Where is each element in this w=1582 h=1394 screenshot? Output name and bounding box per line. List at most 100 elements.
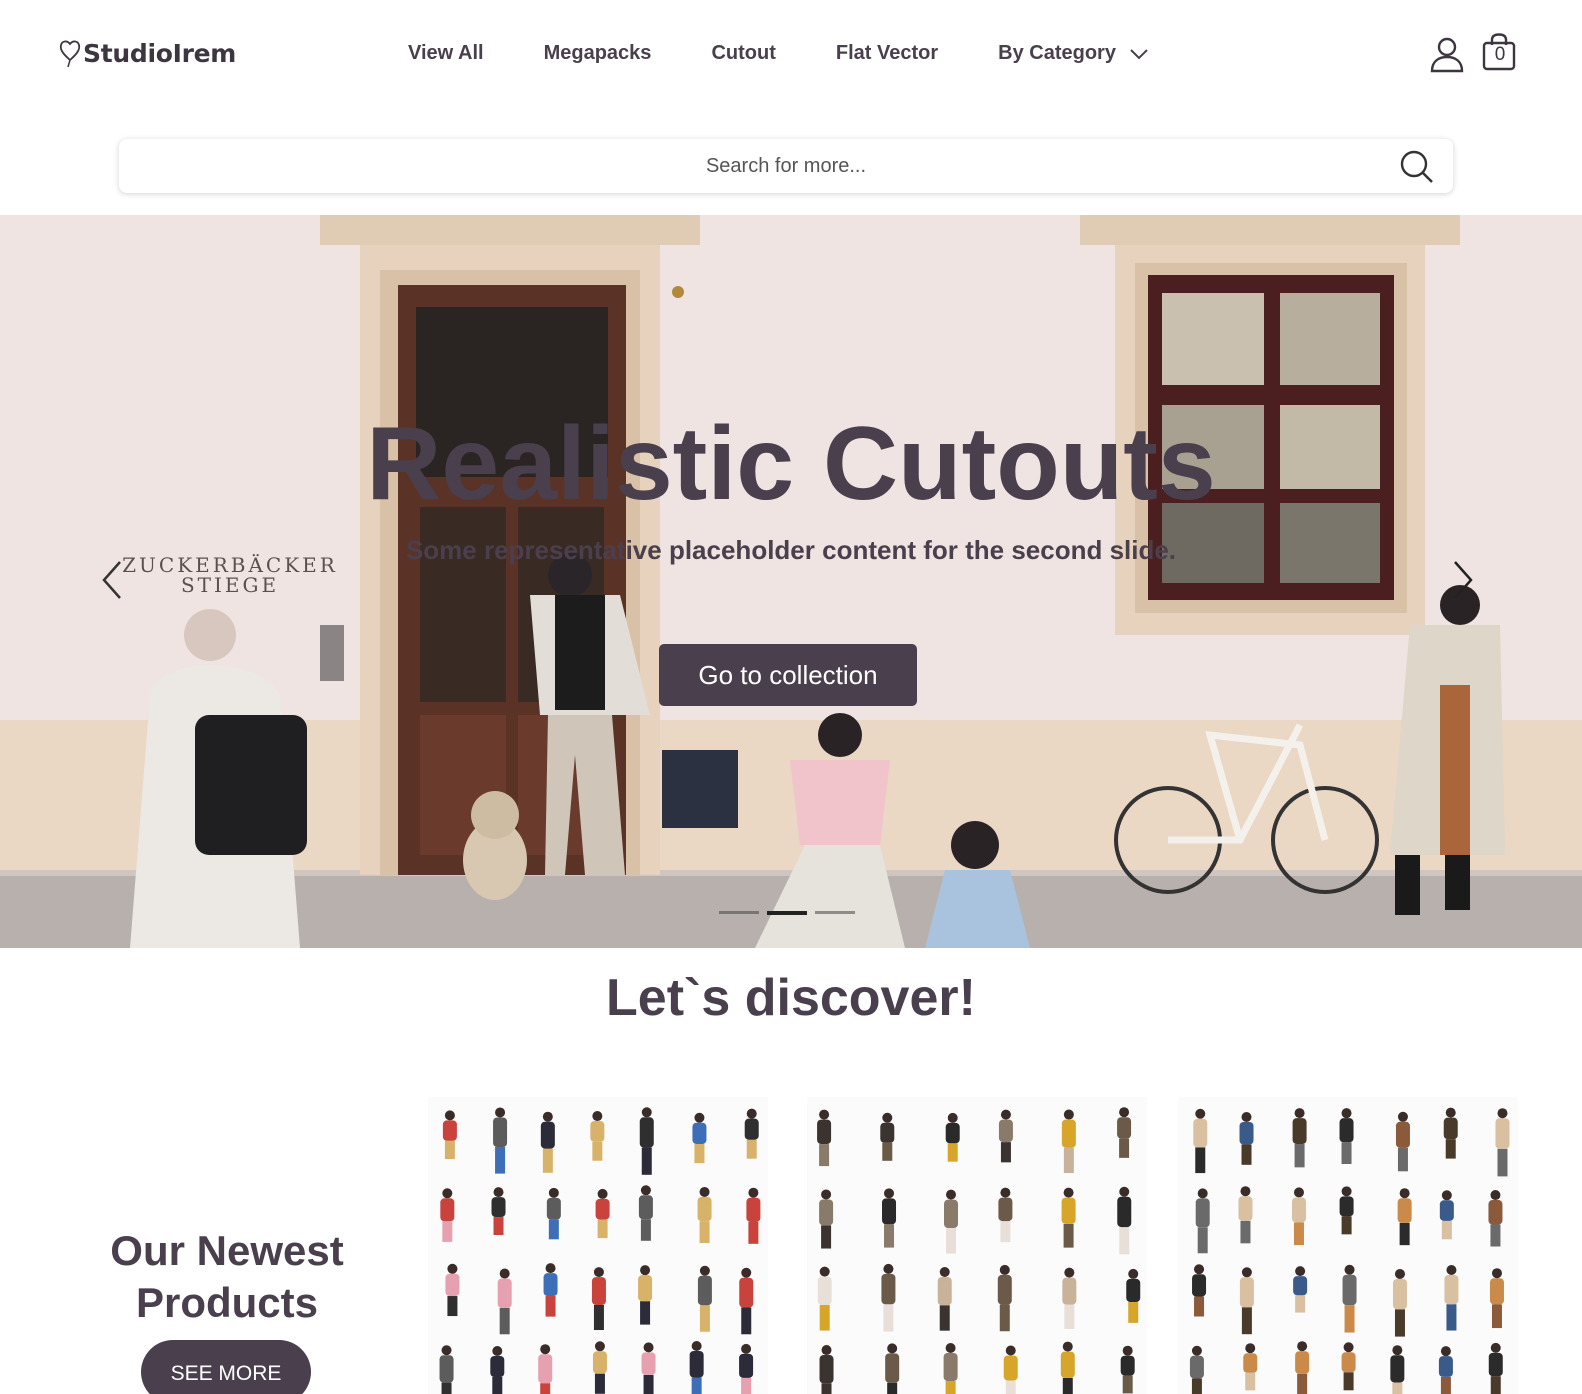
figure-silhouette xyxy=(1238,1186,1253,1244)
carousel-dot-1[interactable] xyxy=(719,911,759,914)
figure-silhouette xyxy=(540,1111,555,1173)
figure-silhouette xyxy=(998,1109,1013,1163)
hero-sign-line2: STIEGE xyxy=(181,573,279,597)
figure-silhouette xyxy=(819,1345,834,1394)
figure-silhouette xyxy=(591,1267,606,1331)
figure-silhouette xyxy=(1390,1345,1405,1394)
figure-silhouette xyxy=(1195,1188,1210,1254)
nav-flat-vector[interactable]: Flat Vector xyxy=(836,42,938,65)
carousel-dot-2[interactable] xyxy=(767,911,807,915)
figure-silhouette xyxy=(638,1185,653,1241)
hero-subtitle: Some representative placeholder content … xyxy=(405,535,1177,565)
newest-heading-line1: Our Newest xyxy=(110,1227,344,1274)
nav-by-category[interactable]: By Category xyxy=(998,42,1148,65)
figure-silhouette xyxy=(439,1345,454,1394)
figure-silhouette xyxy=(817,1266,832,1331)
figure-silhouette xyxy=(491,1187,506,1236)
product-image-people-cutouts xyxy=(817,1107,1141,1394)
discover-heading: Let`s discover! xyxy=(606,969,976,1027)
figure-silhouette xyxy=(1488,1342,1503,1394)
hero-title: Realistic Cutouts xyxy=(366,406,1216,522)
figure-silhouette xyxy=(1395,1111,1410,1172)
figure-silhouette xyxy=(943,1342,958,1394)
nav-cutout[interactable]: Cutout xyxy=(711,42,775,65)
newest-products-heading: Our Newest Products xyxy=(92,1225,362,1329)
figure-silhouette xyxy=(493,1107,508,1174)
figure-silhouette xyxy=(945,1112,960,1162)
figure-silhouette xyxy=(746,1187,761,1244)
main-nav: View All Megapacks Cutout Flat Vector By… xyxy=(408,42,1148,65)
figure-silhouette xyxy=(1291,1187,1306,1246)
figure-silhouette xyxy=(1392,1268,1407,1337)
figure-silhouette xyxy=(1488,1190,1503,1247)
product-card-kids[interactable] xyxy=(428,1097,768,1394)
figure-silhouette xyxy=(1117,1186,1132,1255)
cart-count: 0 xyxy=(1494,44,1506,65)
chevron-left-icon[interactable] xyxy=(100,560,124,600)
heart-balloon-icon xyxy=(59,40,81,68)
figure-silhouette xyxy=(590,1111,605,1161)
figure-silhouette xyxy=(1061,1187,1076,1248)
figure-silhouette xyxy=(744,1108,759,1159)
figure-silhouette xyxy=(739,1267,754,1335)
figure-silhouette xyxy=(1339,1108,1354,1164)
nav-megapacks[interactable]: Megapacks xyxy=(544,42,652,65)
figure-silhouette xyxy=(440,1188,455,1242)
nav-by-category-label: By Category xyxy=(998,42,1116,64)
go-to-collection-button[interactable]: Go to collection xyxy=(659,644,917,706)
figure-silhouette xyxy=(490,1345,505,1394)
product-image-pets-cutouts xyxy=(1189,1107,1510,1394)
figure-silhouette xyxy=(943,1189,958,1254)
see-more-button[interactable]: SEE MORE xyxy=(141,1340,311,1394)
figure-silhouette xyxy=(1120,1345,1135,1394)
logo[interactable]: StudioIrem xyxy=(58,38,236,68)
figure-silhouette xyxy=(1193,1108,1208,1174)
figure-silhouette xyxy=(885,1343,900,1394)
figure-silhouette xyxy=(1003,1345,1018,1394)
figure-silhouette xyxy=(497,1268,512,1335)
figure-silhouette xyxy=(1489,1268,1504,1329)
nav-view-all[interactable]: View All xyxy=(408,42,484,65)
figure-silhouette xyxy=(1062,1267,1077,1329)
figure-silhouette xyxy=(445,1263,460,1317)
figure-silhouette xyxy=(1292,1108,1307,1168)
figure-silhouette xyxy=(595,1188,610,1239)
figure-silhouette xyxy=(1339,1186,1354,1235)
figure-silhouette xyxy=(692,1112,707,1164)
chevron-right-icon[interactable] xyxy=(1451,560,1475,600)
figure-silhouette xyxy=(998,1187,1013,1243)
figure-silhouette xyxy=(543,1263,558,1317)
figure-silhouette xyxy=(1060,1341,1075,1394)
search-input[interactable] xyxy=(119,139,1453,193)
figure-silhouette xyxy=(641,1342,656,1394)
figure-silhouette xyxy=(592,1341,607,1394)
user-icon[interactable] xyxy=(1430,37,1464,73)
chevron-down-icon xyxy=(1130,48,1148,59)
figure-silhouette xyxy=(442,1110,457,1160)
figure-silhouette xyxy=(1239,1267,1254,1335)
search-icon[interactable] xyxy=(1399,149,1435,185)
logo-text: StudioIrem xyxy=(83,38,237,68)
product-card-pets[interactable] xyxy=(1178,1097,1518,1394)
figure-silhouette xyxy=(1243,1343,1258,1391)
product-image-kids-cutouts xyxy=(439,1107,761,1394)
figure-silhouette xyxy=(1397,1188,1412,1246)
hero-background-image: ZUCKERBÄCKER STIEGE xyxy=(0,215,1582,948)
figure-silhouette xyxy=(1439,1190,1454,1240)
figure-silhouette xyxy=(819,1189,834,1249)
figure-silhouette xyxy=(937,1267,952,1331)
figure-silhouette xyxy=(697,1265,712,1332)
carousel-indicators xyxy=(719,911,863,915)
figure-silhouette xyxy=(638,1265,653,1325)
figure-silhouette xyxy=(1444,1264,1459,1331)
figure-silhouette xyxy=(1126,1268,1141,1323)
figure-silhouette xyxy=(1189,1345,1204,1394)
figure-silhouette xyxy=(882,1188,897,1248)
figure-silhouette xyxy=(1293,1266,1308,1313)
figure-silhouette xyxy=(1295,1341,1310,1394)
product-card-people[interactable] xyxy=(807,1097,1147,1394)
carousel-dot-3[interactable] xyxy=(815,911,855,914)
figure-silhouette xyxy=(1192,1264,1207,1317)
site-header: StudioIrem View All Megapacks Cutout Fla… xyxy=(0,0,1582,110)
hero-carousel: ZUCKERBÄCKER STIEGE Realistic Cutouts So… xyxy=(0,215,1582,948)
